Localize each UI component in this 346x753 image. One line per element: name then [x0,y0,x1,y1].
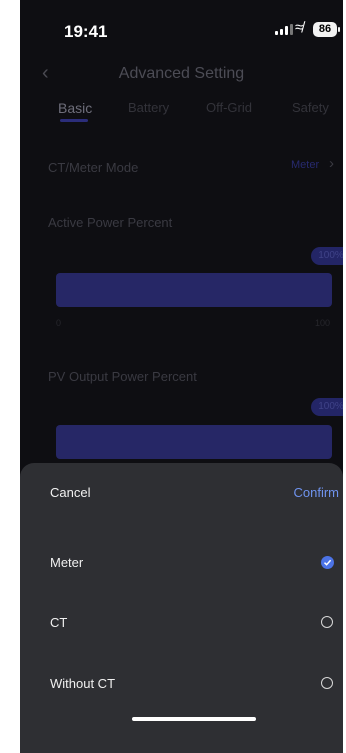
active-power-slider[interactable] [56,273,332,307]
cancel-button[interactable]: Cancel [50,485,90,500]
page-title: Advanced Setting [118,65,245,82]
tab-off-grid[interactable]: Off-Grid [206,100,252,115]
tab-safety[interactable]: Safety [292,100,329,115]
status-bar: 19:41 ≉ 86 [20,0,343,60]
option-ct[interactable]: CT [50,615,67,630]
wifi-icon: ≉ [295,19,304,36]
ct-meter-label: CT/Meter Mode [48,160,139,175]
checkmark-icon[interactable] [321,556,334,569]
radio-unselected-icon[interactable] [321,677,333,689]
battery-icon: 86 [313,22,340,37]
app-screen: 19:41 ≉ 86 ‹ Advanced Setting Basic Batt… [20,0,343,753]
confirm-button[interactable]: Confirm [293,485,339,500]
option-without-ct[interactable]: Without CT [50,676,115,691]
active-power-label: Active Power Percent [48,215,173,230]
mode-picker-sheet: Cancel Confirm Meter CT Without CT [20,463,343,753]
pv-output-slider[interactable] [56,425,332,459]
chevron-right-icon[interactable]: › [329,155,334,172]
home-indicator [132,717,256,721]
ct-meter-value[interactable]: Meter [291,159,319,171]
tab-battery[interactable]: Battery [128,100,169,115]
pv-output-label: PV Output Power Percent [48,369,197,384]
pv-output-bubble: 100% [311,398,343,416]
signal-icon [275,24,293,35]
status-time: 19:41 [64,22,108,41]
active-power-min: 0 [56,318,62,328]
radio-unselected-icon[interactable] [321,616,333,628]
active-power-max: 100 [315,318,331,328]
option-meter[interactable]: Meter [50,555,83,570]
active-power-bubble: 100% [311,247,343,265]
tab-basic[interactable]: Basic [58,100,92,116]
tab-indicator [60,119,88,122]
